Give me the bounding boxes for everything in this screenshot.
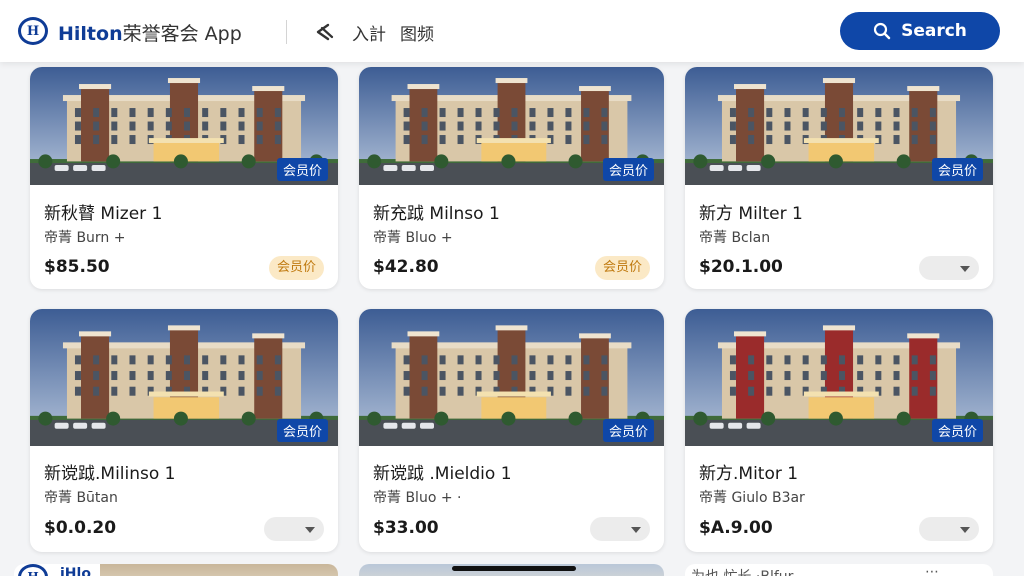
hotel-name: 新秋瞽 Mizer 1 bbox=[44, 204, 163, 224]
more-icon[interactable]: ⋯ bbox=[925, 564, 939, 576]
chevron-down-icon bbox=[631, 527, 641, 533]
brand-subtitle: 荣誉客会 App bbox=[122, 23, 242, 45]
hotel-card[interactable]: 会员价 新谠䟠.Milinso 1 帝菁 Būtan $0.0.20 bbox=[30, 309, 338, 552]
member-price-tag: 会员价 bbox=[276, 419, 328, 442]
hotel-name: 新谠䟠 .Mieldio 1 bbox=[373, 464, 512, 484]
option-dropdown[interactable] bbox=[264, 517, 324, 541]
nav-item-gallery[interactable]: 图频 bbox=[400, 20, 434, 45]
hilton-logo-icon: H bbox=[18, 17, 48, 45]
hotel-subtitle: 帝菁 Bclan bbox=[699, 230, 771, 246]
member-price-badge: 会员价 bbox=[594, 256, 650, 280]
hotel-price: $42.80 bbox=[373, 257, 439, 277]
hotel-photo-partial bbox=[100, 564, 338, 576]
app-header: H Hilton荣誉客会 App 入計 图频 Search bbox=[0, 0, 1024, 62]
hotel-card[interactable]: 会员价 新谠䟠 .Mieldio 1 帝菁 Bluo + · $33.00 bbox=[359, 309, 664, 552]
hotel-card-partial[interactable]: 为也 忙长 ·Blfur ⋯ bbox=[685, 564, 993, 576]
partial-card-text: iHlo bbox=[60, 566, 91, 576]
header-divider bbox=[286, 20, 287, 44]
app-brand: Hilton荣誉客会 App bbox=[58, 19, 242, 46]
hotel-price: $A.9.00 bbox=[699, 518, 773, 538]
chevron-down-icon bbox=[960, 527, 970, 533]
hilton-logo-icon: H bbox=[18, 564, 48, 576]
member-price-tag: 会员价 bbox=[602, 158, 654, 181]
hotel-subtitle: 帝菁 Burn + bbox=[44, 230, 126, 246]
hotel-subtitle: 帝菁 Giulo B3ar bbox=[699, 490, 805, 506]
hotel-subtitle: 帝菁 Bluo + bbox=[373, 230, 453, 246]
hotel-name: 新方.Mitor 1 bbox=[699, 464, 799, 484]
hotel-price: $85.50 bbox=[44, 257, 110, 277]
hotel-name: 新谠䟠.Milinso 1 bbox=[44, 464, 176, 484]
hotel-card[interactable]: 会员价 新方.Mitor 1 帝菁 Giulo B3ar $A.9.00 bbox=[685, 309, 993, 552]
option-dropdown[interactable] bbox=[590, 517, 650, 541]
member-price-tag: 会员价 bbox=[931, 158, 983, 181]
brand-name: Hilton bbox=[58, 23, 123, 45]
partial-card-text: 为也 忙长 ·Blfur bbox=[691, 566, 793, 576]
back-arrow-icon[interactable] bbox=[310, 18, 338, 46]
nav-item-entry[interactable]: 入計 bbox=[352, 20, 386, 45]
member-price-tag: 会员价 bbox=[276, 158, 328, 181]
hotel-card[interactable]: 会员价 新秋瞽 Mizer 1 帝菁 Burn + $85.50 会员价 bbox=[30, 67, 338, 289]
member-price-tag: 会员价 bbox=[931, 419, 983, 442]
hotel-price: $0.0.20 bbox=[44, 518, 117, 538]
hotel-photo: 会员价 bbox=[359, 309, 664, 446]
option-dropdown[interactable] bbox=[919, 256, 979, 280]
hotel-photo: 会员价 bbox=[359, 67, 664, 185]
home-indicator bbox=[452, 566, 576, 571]
hotel-photo: 会员价 bbox=[30, 67, 338, 185]
member-price-badge: 会员价 bbox=[268, 256, 324, 280]
hotel-name: 新方 Milter 1 bbox=[699, 204, 803, 224]
hotel-photo: 会员价 bbox=[685, 67, 993, 185]
hotel-card[interactable]: 会员价 新方 Milter 1 帝菁 Bclan $20.1.00 bbox=[685, 67, 993, 289]
search-button[interactable]: Search bbox=[840, 12, 1000, 50]
hotel-card-partial[interactable]: H iHlo bbox=[14, 564, 338, 576]
search-icon bbox=[873, 22, 891, 40]
hotel-subtitle: 帝菁 Būtan bbox=[44, 490, 118, 506]
hotel-photo: 会员价 bbox=[685, 309, 993, 446]
hotel-subtitle: 帝菁 Bluo + · bbox=[373, 490, 462, 506]
chevron-down-icon bbox=[960, 266, 970, 272]
chevron-down-icon bbox=[305, 527, 315, 533]
hotel-price: $20.1.00 bbox=[699, 257, 783, 277]
hotel-card[interactable]: 会员价 新充䟠 Milnso 1 帝菁 Bluo + $42.80 会员价 bbox=[359, 67, 664, 289]
hotel-name: 新充䟠 Milnso 1 bbox=[373, 204, 500, 224]
search-button-label: Search bbox=[901, 21, 967, 41]
hotel-photo: 会员价 bbox=[30, 309, 338, 446]
hotel-price: $33.00 bbox=[373, 518, 439, 538]
member-price-tag: 会员价 bbox=[602, 419, 654, 442]
option-dropdown[interactable] bbox=[919, 517, 979, 541]
